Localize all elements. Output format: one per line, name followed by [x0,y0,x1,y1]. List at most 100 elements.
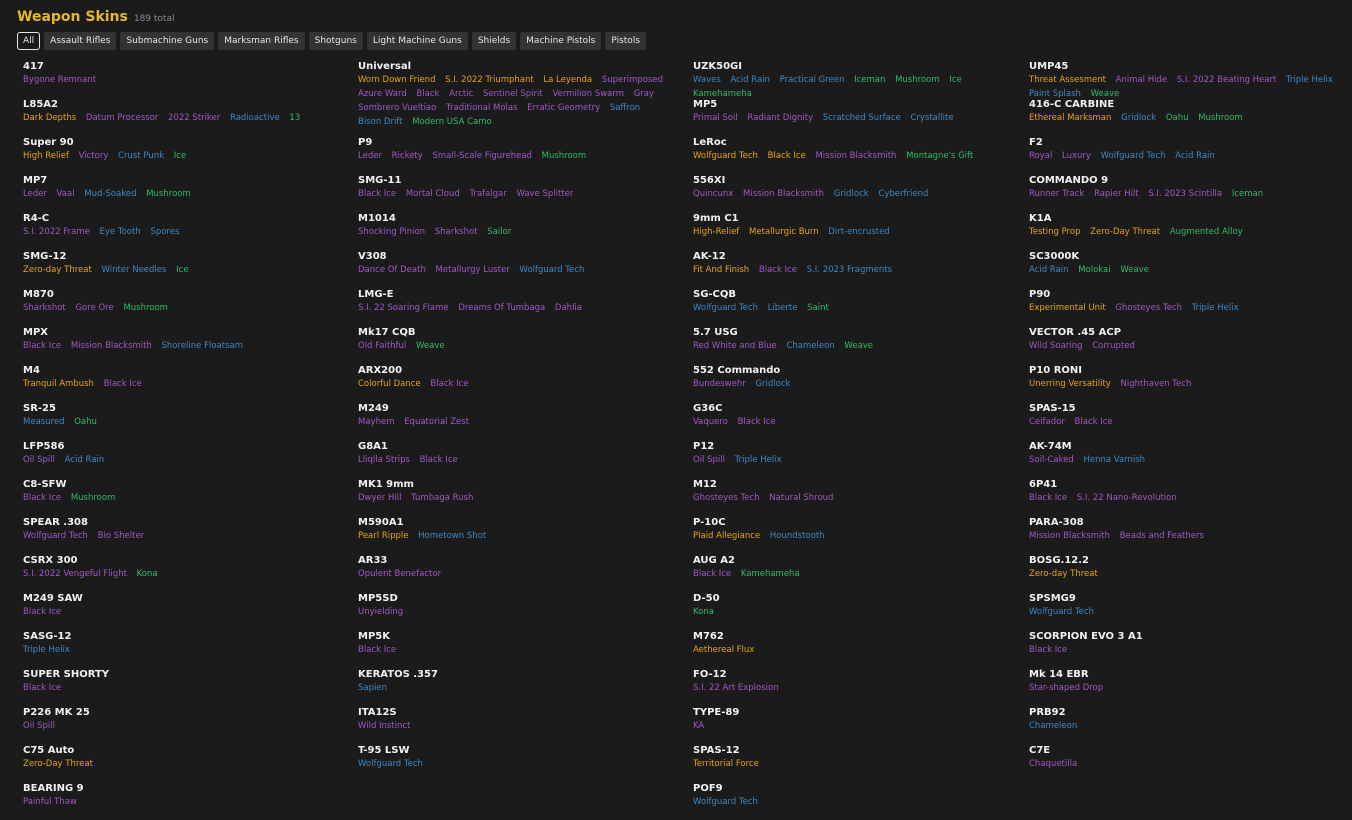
weapon-name: MPX [23,327,48,338]
skin-list: Sharkshot Gore Ore Mushroom [23,301,353,315]
filter-chip-assault-rifles[interactable]: Assault Rifles [44,32,117,50]
skin-name: Sapien [358,683,387,693]
skin-list: High Relief Victory Crust Punk Ice [23,149,353,163]
skin-list: Plaid Allegiance Houndstooth [693,529,1023,543]
filter-chip-submachine-guns[interactable]: Submachine Guns [120,32,215,50]
skin-name: Leder [358,151,382,161]
weapon-name: AR33 [358,555,388,566]
weapon-entry: KERATOS .357 Sapien [358,668,688,706]
skin-list: Wolfguard Tech Liberte Saint [693,301,1023,315]
skin-name: Black Ice [23,341,62,351]
skin-name: Royal [1029,151,1053,161]
weapon-entry: Mk17 CQB Old Faithful Weave [358,326,688,364]
weapon-entry: MP5K Black Ice [358,630,688,668]
skin-name: Lliqlla Strips [358,455,410,465]
skin-name: Zero-day Threat [1029,569,1098,579]
weapon-name: KERATOS .357 [358,669,438,680]
skin-name: Azure Ward [358,89,407,99]
skin-name: Mission Blacksmith [815,151,897,161]
filter-chip-shotguns[interactable]: Shotguns [308,32,363,50]
skin-name: Weave [1120,265,1149,275]
weapon-name: SASG-12 [23,631,72,642]
weapon-entry: M12 Ghosteyes Tech Natural Shroud [693,478,1023,516]
skin-name: Black Ice [693,569,732,579]
skin-name: Painful Thaw [23,797,77,807]
skin-list: Black Ice Kamehameha [693,567,1023,581]
skin-name: Henna Varnish [1083,455,1146,465]
weapon-name: ARX200 [358,365,403,376]
skin-list: Royal Luxury Wolfguard Tech Acid Rain [1029,149,1352,163]
skin-name: Bundeswehr [693,379,746,389]
filter-chip-light-machine-guns[interactable]: Light Machine Guns [366,32,468,50]
skin-list: KA [693,719,1023,733]
weapon-name: P-10C [693,517,726,528]
skin-list: Oil Spill Triple Helix [693,453,1023,467]
filter-chip-machine-pistols[interactable]: Machine Pistols [520,32,602,50]
skin-list: Sapien [358,681,688,695]
weapon-entry: P12 Oil Spill Triple Helix [693,440,1023,478]
skin-name: Triple Helix [1191,303,1239,313]
skin-list: Shocking Pinion Sharkshot Sailor [358,225,688,239]
weapon-entry: M870 Sharkshot Gore Ore Mushroom [23,288,353,326]
skin-list: Triple Helix [23,643,353,657]
weapon-entry: P90 Experimental Unit Ghosteyes Tech Trip… [1029,288,1352,326]
weapon-entry: MP5 Primal Soil Radiant Dignity Scratched… [693,98,1023,136]
weapon-name: P10 RONI [1029,365,1083,376]
skin-name: Wolfguard Tech [693,797,758,807]
weapon-entry: P226 MK 25 Oil Spill [23,706,353,744]
skin-name: Spores [150,227,180,237]
skin-list: Unerring Versatility Nighthaven Tech [1029,377,1352,391]
skin-list: Wolfguard Tech [693,795,1023,809]
skin-name: Black Ice [358,189,397,199]
weapon-name: V308 [358,251,387,262]
skin-name: Old Faithful [358,341,407,351]
filter-chip-pistols[interactable]: Pistols [605,32,647,50]
skin-name: Saint [807,303,829,313]
weapon-entry: COMMANDO 9 Runner Track Rapier Hilt S.I. … [1029,174,1352,212]
skin-name: Weave [844,341,874,351]
skin-list: Dark Depths Datum Processor 2022 Striker… [23,111,353,125]
weapon-entry: UZK50GI Waves Acid Rain Practical Green I… [693,60,1023,99]
weapon-entry: SR-25 Measured Oahu [23,402,353,440]
skin-name: Kona [136,569,158,579]
filter-chip-shields[interactable]: Shields [471,32,517,50]
skin-list: Chameleon [1029,719,1352,733]
weapon-entry: 552 Commando Bundeswehr Gridlock [693,364,1023,402]
skin-name: Ethereal Marksman [1029,113,1112,123]
weapon-name: Universal [358,61,412,72]
weapon-name: T-95 LSW [358,745,410,756]
skin-name: Vermilion Swarm [552,89,625,99]
filter-chip-all[interactable]: All [17,32,41,50]
skin-name: Sharkshot [434,227,478,237]
skin-name: Zero-day Threat [23,265,92,275]
skin-list: Leder Rickety Small-Scale Figurehead Mus… [358,149,688,163]
weapon-entry: P10 RONI Unerring Versatility Nighthaven … [1029,364,1352,402]
skin-list: Testing Prop Zero-Day Threat Augmented A… [1029,225,1352,239]
skin-name: Plaid Allegiance [693,531,761,541]
weapon-name: Super 90 [23,137,74,148]
weapon-entry: M590A1 Pearl Ripple Hometown Shot [358,516,688,554]
skin-name: Vaquero [693,417,728,427]
skin-name: Mushroom [146,189,191,199]
skin-name: Oahu [1165,113,1189,123]
weapon-name: SMG-11 [358,175,402,186]
weapon-entry: G36C Vaquero Black Ice [693,402,1023,440]
weapon-name: AUG A2 [693,555,735,566]
weapon-name: 416-C CARBINE [1029,99,1115,110]
skin-name: Saffron [609,103,641,113]
filter-chip-marksman-rifles[interactable]: Marksman Rifles [218,32,305,50]
skin-name: Cyberfriend [878,189,929,199]
page-header: Weapon Skins 189 total [17,9,174,29]
skin-name: Mushroom [123,303,168,313]
skin-list: Bygone Remnant [23,73,353,87]
skin-name: S.I. 22 Art Explosion [693,683,779,693]
skin-list: High-Relief Metallurgic Burn Dirt-encrus… [693,225,1023,239]
skin-name: Metallurgy Luster [435,265,510,275]
skin-name: Star-shaped Drop [1029,683,1104,693]
weapon-entry: TYPE-89 KA [693,706,1023,744]
skin-name: Iceman [854,75,886,85]
weapon-name: 417 [23,61,44,72]
skin-list: Wild Soaring Corrupted [1029,339,1352,353]
weapon-entry: K1A Testing Prop Zero-Day Threat Augmente… [1029,212,1352,250]
weapon-name: C75 Auto [23,745,75,756]
